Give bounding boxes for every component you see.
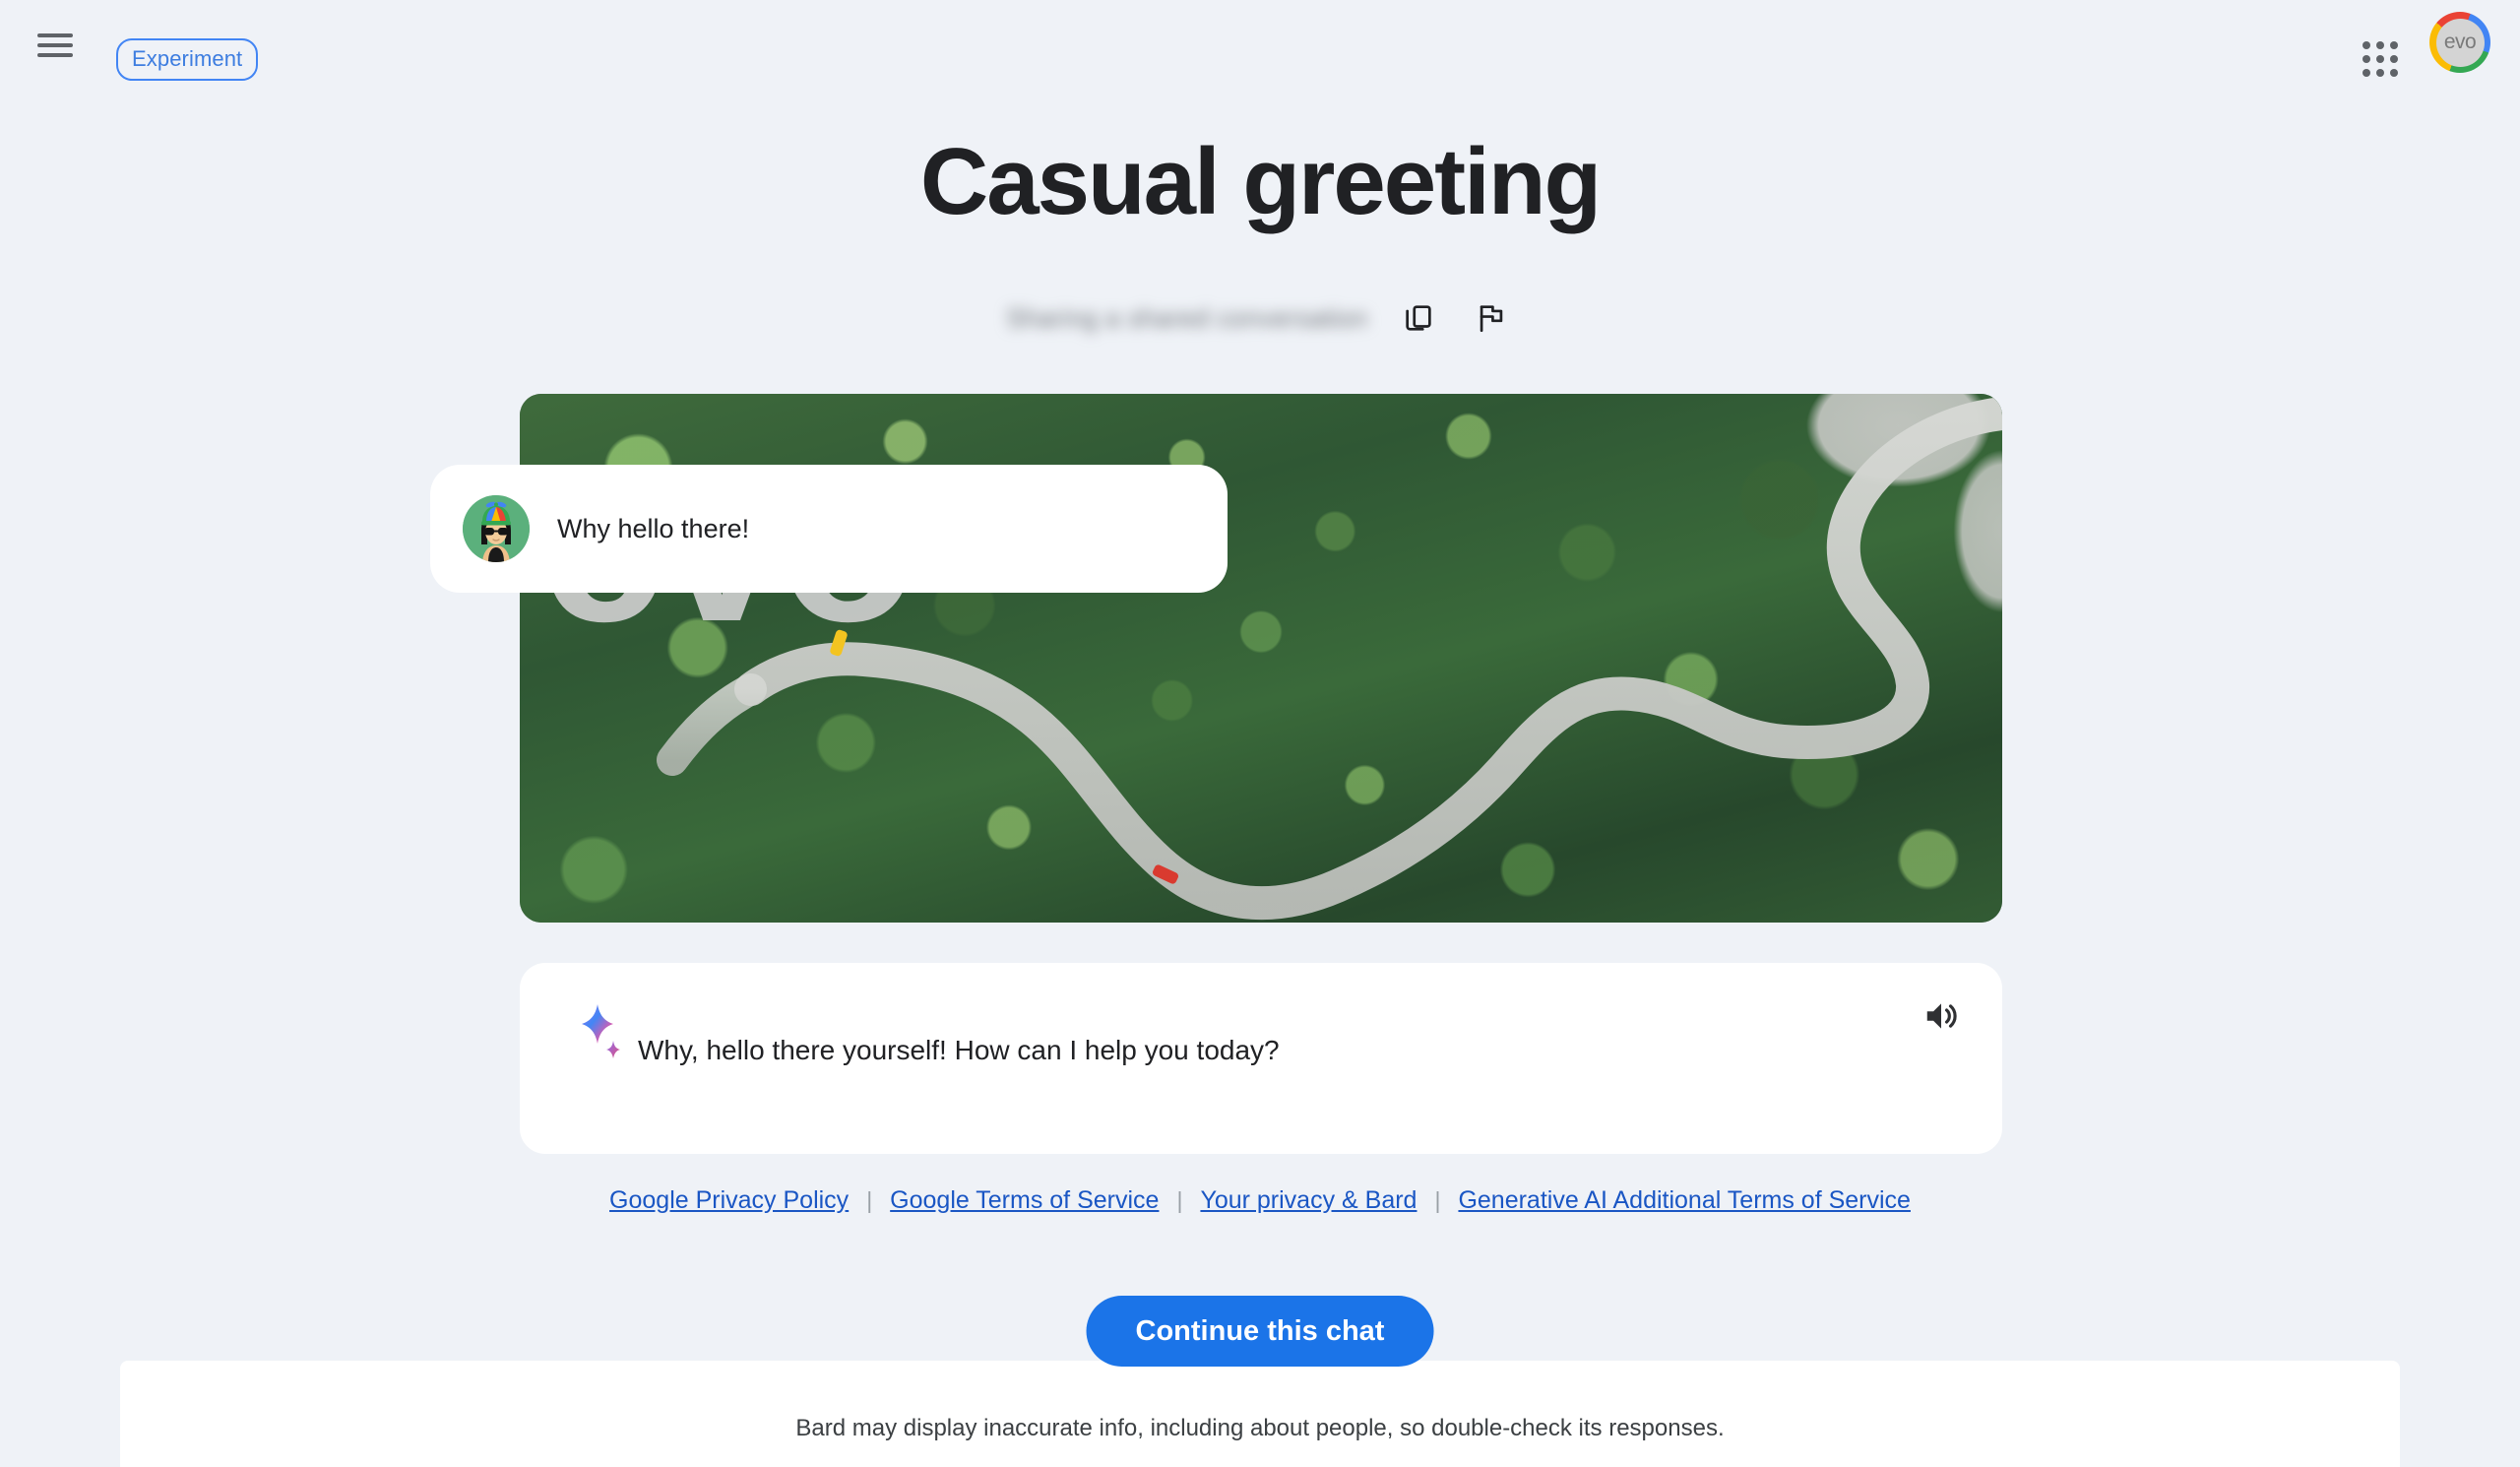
flag-glyph	[1480, 305, 1502, 333]
apps-dot	[2375, 54, 2384, 63]
subtitle-redacted: Sharing a shared conversation	[1006, 302, 1368, 333]
legal-links-row: Google Privacy Policy | Google Terms of …	[0, 1186, 2520, 1215]
user-avatar-beanie	[463, 495, 530, 562]
disclaimer-text: Bard may display inaccurate info, includ…	[795, 1415, 1725, 1441]
top-bar: Experiment evo	[0, 0, 2520, 95]
avatar[interactable]: evo	[2429, 12, 2490, 73]
google-apps-grid-icon[interactable]	[2359, 37, 2402, 81]
copy-glyph	[1405, 305, 1431, 331]
page-title: Casual greeting	[919, 129, 1602, 234]
apps-dot	[2375, 69, 2384, 78]
bard-response-text: Why, hello there yourself! How can I hel…	[638, 1035, 1280, 1065]
menu-bar-2	[37, 43, 73, 47]
continue-this-chat-button[interactable]: Continue this chat	[1086, 1296, 1434, 1367]
bottom-panel	[120, 1361, 2400, 1467]
apps-dot	[2390, 54, 2399, 63]
apps-dot	[2362, 54, 2370, 63]
link-google-privacy-policy[interactable]: Google Privacy Policy	[609, 1186, 849, 1215]
hamburger-menu-icon[interactable]	[37, 30, 75, 61]
avatar-label: evo	[2435, 18, 2485, 67]
bard-sparkle-icon	[582, 1004, 620, 1058]
avatar-illustration	[463, 495, 530, 562]
link-generative-ai-additional-terms[interactable]: Generative AI Additional Terms of Servic…	[1458, 1186, 1911, 1215]
speaker-glyph	[1926, 1003, 1957, 1029]
user-message-text: Why hello there!	[557, 513, 750, 543]
flag-report-icon[interactable]	[1469, 295, 1514, 341]
apps-dot	[2390, 69, 2399, 78]
menu-bar-3	[37, 53, 73, 57]
menu-bar-1	[37, 33, 73, 37]
subtitle-row: Sharing a shared conversation	[0, 290, 2520, 346]
legal-separator: |	[1176, 1187, 1183, 1213]
legal-separator: |	[1434, 1187, 1441, 1213]
user-message-bubble: Why hello there!	[430, 465, 1228, 593]
apps-dot	[2362, 69, 2370, 78]
link-google-terms-of-service[interactable]: Google Terms of Service	[890, 1186, 1159, 1215]
legal-separator: |	[866, 1187, 873, 1213]
volume-up-icon[interactable]	[1916, 990, 1967, 1042]
bard-response-card: Why, hello there yourself! How can I hel…	[520, 963, 2002, 1154]
copy-icon[interactable]	[1396, 295, 1441, 341]
apps-dot	[2375, 40, 2384, 49]
apps-dot	[2362, 40, 2370, 49]
link-your-privacy-and-bard[interactable]: Your privacy & Bard	[1200, 1186, 1417, 1215]
apps-dot	[2390, 40, 2399, 49]
experiment-badge[interactable]: Experiment	[116, 38, 259, 81]
